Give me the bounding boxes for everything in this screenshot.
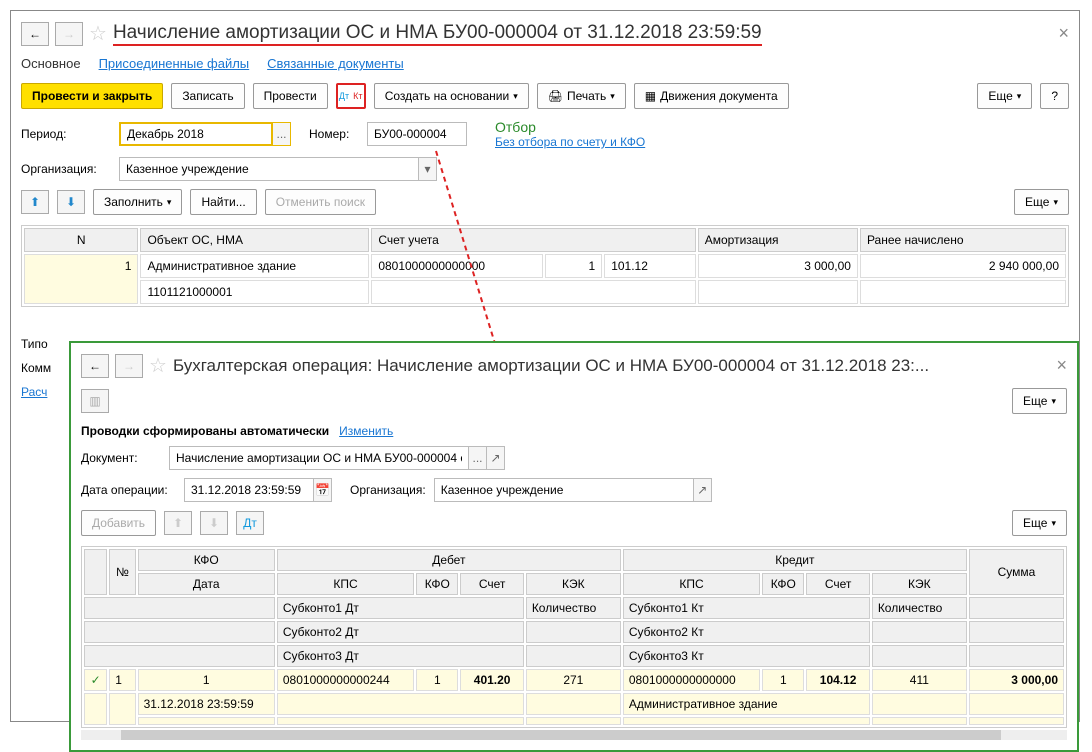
report-icon: ▦ [645, 89, 656, 103]
add-button: Добавить [81, 510, 156, 536]
printer-icon: 🖨 [548, 89, 563, 103]
star-icon[interactable]: ☆ [89, 21, 107, 46]
move-up-button[interactable]: ⬆ [21, 190, 49, 214]
doc-input[interactable] [169, 446, 469, 470]
entry-row[interactable] [84, 717, 1064, 725]
inner-list-more-button[interactable]: Еще [1012, 510, 1067, 536]
inner-nav-fwd-button[interactable]: → [115, 354, 143, 378]
create-based-button[interactable]: Создать на основании [374, 83, 529, 109]
inner-close-icon[interactable]: × [1056, 355, 1067, 376]
move-down-button[interactable]: ⬇ [57, 190, 85, 214]
inner-org-label: Организация: [350, 483, 426, 497]
h-scrollbar[interactable] [81, 730, 1067, 740]
date-input[interactable] [184, 478, 314, 502]
tab-main[interactable]: Основное [21, 56, 81, 71]
col-n: N [24, 228, 138, 252]
inner-up-button: ⬆ [164, 511, 192, 535]
period-picker-button[interactable]: ... [273, 122, 291, 146]
filter-label: Отбор [495, 119, 645, 135]
col-obj: Объект ОС, НМА [140, 228, 369, 252]
cancel-search-button: Отменить поиск [265, 189, 376, 215]
post-button[interactable]: Провести [253, 83, 328, 109]
print-button[interactable]: 🖨Печать [537, 83, 626, 109]
inner-org-input[interactable] [434, 478, 694, 502]
inner-star-icon[interactable]: ☆ [149, 353, 167, 378]
inner-nav-back-button[interactable]: ← [81, 354, 109, 378]
assets-table: N Объект ОС, НМА Счет учета Амортизация … [21, 225, 1069, 307]
movements-button[interactable]: ▦Движения документа [634, 83, 789, 109]
inner-title: Бухгалтерская операция: Начисление аморт… [173, 356, 929, 376]
table-row[interactable]: 1 Административное здание 08010000000000… [24, 254, 1066, 278]
inner-report-icon[interactable]: ▥ [81, 389, 109, 413]
doc-more-button[interactable]: ... [469, 446, 487, 470]
close-icon[interactable]: × [1058, 23, 1069, 44]
list-more-button[interactable]: Еще [1014, 189, 1069, 215]
help-button[interactable]: ? [1040, 83, 1069, 109]
save-button[interactable]: Записать [171, 83, 244, 109]
org-dropdown-button[interactable]: ▾ [419, 157, 437, 181]
nav-fwd-button[interactable]: → [55, 22, 83, 46]
entry-row[interactable]: ✓ 1 1 0801000000000244 1 401.20 271 0801… [84, 669, 1064, 691]
table-row[interactable]: 1101121000001 [24, 280, 1066, 304]
org-input[interactable] [119, 157, 419, 181]
edit-link[interactable]: Изменить [339, 424, 393, 438]
number-label: Номер: [309, 127, 359, 141]
entry-row[interactable]: 31.12.2018 23:59:59 Административное зда… [84, 693, 1064, 715]
more-button[interactable]: Еще [977, 83, 1032, 109]
nav-back-button[interactable]: ← [21, 22, 49, 46]
dtkt-button[interactable]: ДтКт [336, 83, 366, 109]
doc-label: Документ: [81, 451, 161, 465]
date-label: Дата операции: [81, 483, 176, 497]
inner-org-open-button[interactable]: ↗ [694, 478, 712, 502]
check-icon: ✓ [84, 669, 107, 691]
org-label: Организация: [21, 162, 111, 176]
post-close-button[interactable]: Провести и закрыть [21, 83, 163, 109]
fill-button[interactable]: Заполнить [93, 189, 182, 215]
inner-down-button: ⬇ [200, 511, 228, 535]
inner-more-button[interactable]: Еще [1012, 388, 1067, 414]
doc-open-button[interactable]: ↗ [487, 446, 505, 470]
inner-dtkt-button[interactable]: Дт [236, 511, 264, 535]
tab-files[interactable]: Присоединенные файлы [99, 56, 250, 71]
number-input[interactable] [367, 122, 467, 146]
period-input[interactable] [119, 122, 273, 146]
page-title: Начисление амортизации ОС и НМА БУ00-000… [113, 22, 762, 46]
entries-table: № КФО Дебет Кредит Сумма Дата КПС КФО Сч… [81, 546, 1067, 728]
period-label: Период: [21, 127, 111, 141]
tab-related[interactable]: Связанные документы [267, 56, 404, 71]
auto-generated-label: Проводки сформированы автоматически [81, 424, 329, 438]
filter-link[interactable]: Без отбора по счету и КФО [495, 135, 645, 149]
col-acct: Счет учета [371, 228, 695, 252]
col-prev: Ранее начислено [860, 228, 1066, 252]
find-button[interactable]: Найти... [190, 189, 256, 215]
col-amort: Амортизация [698, 228, 858, 252]
date-picker-button[interactable]: 📅 [314, 478, 332, 502]
